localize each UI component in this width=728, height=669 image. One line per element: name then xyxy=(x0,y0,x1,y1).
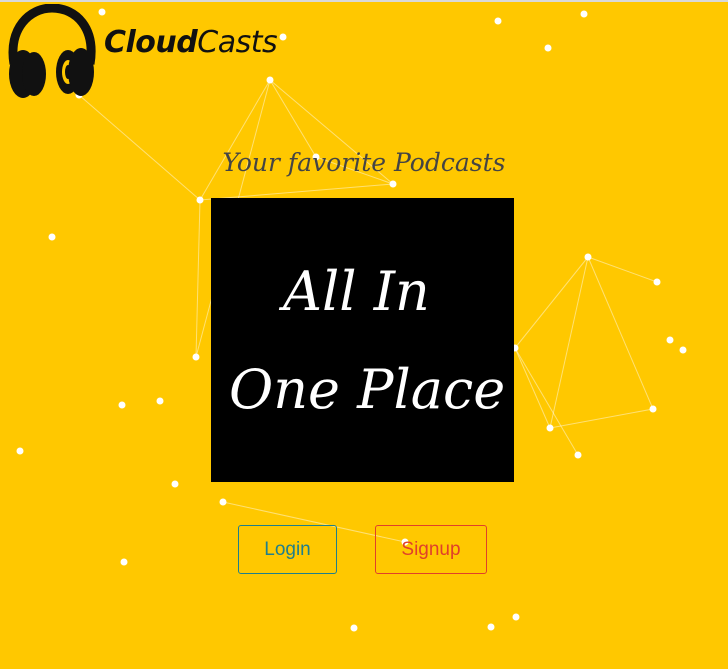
login-button[interactable]: Login xyxy=(238,525,337,574)
particle-dot xyxy=(192,353,200,361)
particle-dot xyxy=(666,336,674,344)
signup-button[interactable]: Signup xyxy=(375,525,487,574)
particle-dot xyxy=(544,44,552,52)
particle-dot xyxy=(16,447,24,455)
tagline: Your favorite Podcasts xyxy=(222,148,506,177)
particle-dot xyxy=(266,76,274,84)
particle-dot xyxy=(546,424,554,432)
particle-dot xyxy=(48,233,56,241)
particle-dot xyxy=(120,558,128,566)
hero-line-2: One Place xyxy=(229,358,506,421)
hero-line-1: All In xyxy=(283,260,430,323)
headphones-icon[interactable] xyxy=(6,4,96,102)
particle-dot xyxy=(98,8,106,16)
particle-dot xyxy=(494,17,502,25)
particle-dot xyxy=(653,278,661,286)
particle-dot xyxy=(580,10,588,18)
particle-dot xyxy=(649,405,657,413)
brand-name[interactable]: CloudCasts xyxy=(104,25,278,60)
particle-dot xyxy=(584,253,592,261)
particle-dot xyxy=(389,180,397,188)
brand-rest: Casts xyxy=(197,25,278,60)
particle-dot xyxy=(196,196,204,204)
particle-dot xyxy=(574,451,582,459)
particle-dot xyxy=(279,33,287,41)
particle-dot xyxy=(512,613,520,621)
particle-dot xyxy=(156,397,164,405)
hero-box: All In One Place xyxy=(211,198,514,482)
particle-dot xyxy=(171,480,179,488)
particle-dot xyxy=(487,623,495,631)
brand-bold: Cloud xyxy=(104,25,198,60)
particle-dot xyxy=(118,401,126,409)
particle-dot xyxy=(679,346,687,354)
particle-dot xyxy=(350,624,358,632)
particle-dot xyxy=(219,498,227,506)
